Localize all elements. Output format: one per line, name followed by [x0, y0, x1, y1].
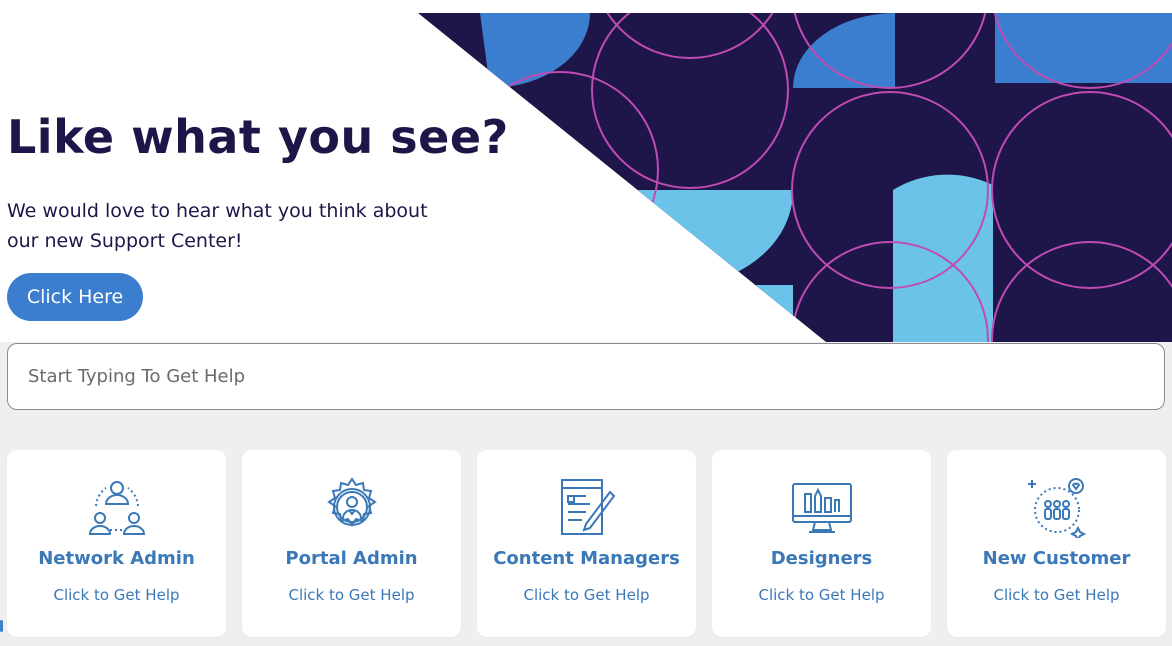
- category-title: Content Managers: [493, 548, 680, 569]
- design-monitor-icon: [792, 483, 852, 533]
- gear-admin-icon: [327, 477, 377, 527]
- geometric-pattern-art: [418, 13, 1172, 342]
- category-title: Network Admin: [38, 548, 195, 569]
- hero-banner: Like what you see? We would love to hear…: [0, 0, 1172, 342]
- customer-group-icon: [1028, 478, 1087, 538]
- hero-description: We would love to hear what you think abo…: [7, 200, 428, 252]
- search-box[interactable]: [7, 343, 1165, 410]
- click-here-button[interactable]: Click Here: [7, 273, 143, 321]
- category-card-content-managers[interactable]: Content Managers Click to Get Help: [477, 450, 696, 637]
- category-link[interactable]: Click to Get Help: [477, 586, 696, 604]
- category-card-new-customer[interactable]: New Customer Click to Get Help: [947, 450, 1166, 637]
- category-link[interactable]: Click to Get Help: [947, 586, 1166, 604]
- document-edit-icon: [561, 479, 616, 535]
- hero-title: Like what you see?: [7, 110, 509, 164]
- category-card-network-admin[interactable]: Network Admin Click to Get Help: [7, 450, 226, 637]
- category-title: Portal Admin: [285, 548, 418, 569]
- category-link[interactable]: Click to Get Help: [242, 586, 461, 604]
- category-title: Designers: [770, 548, 873, 569]
- scroll-indicator: [0, 620, 3, 632]
- category-card-designers[interactable]: Designers Click to Get Help: [712, 450, 931, 637]
- category-title: New Customer: [982, 548, 1131, 569]
- network-users-icon: [88, 481, 146, 535]
- category-link[interactable]: Click to Get Help: [712, 586, 931, 604]
- category-link[interactable]: Click to Get Help: [7, 586, 226, 604]
- search-input[interactable]: [8, 344, 1164, 409]
- category-card-portal-admin[interactable]: Portal Admin Click to Get Help: [242, 450, 461, 637]
